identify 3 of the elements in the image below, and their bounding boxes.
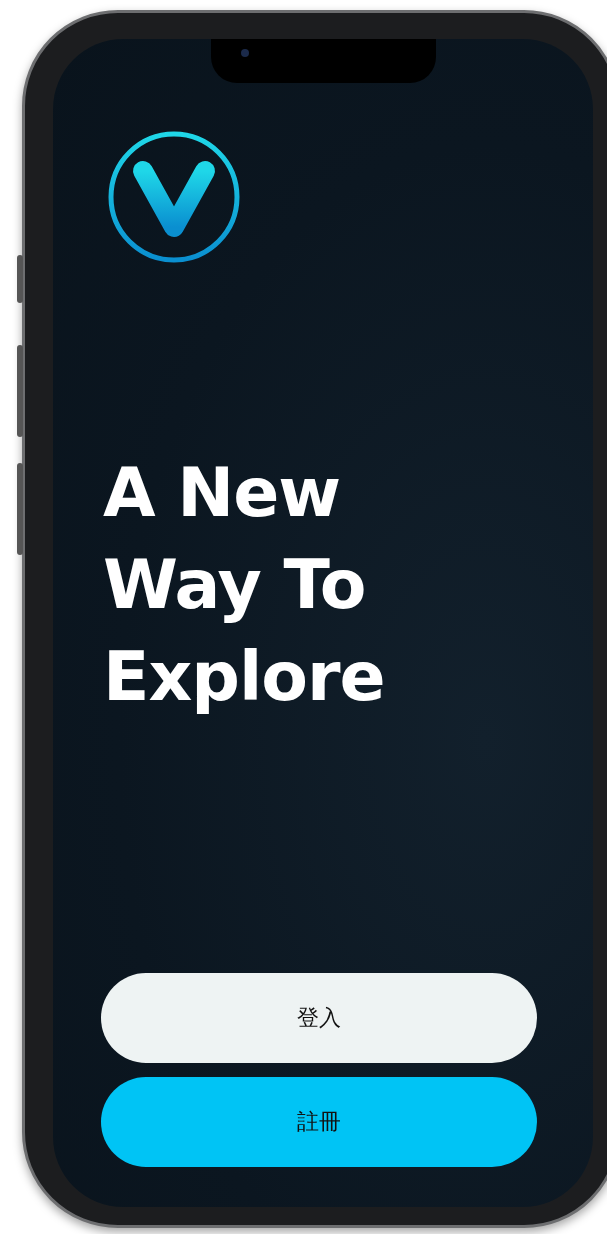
login-button[interactable]: 登入 (101, 973, 537, 1063)
headline: A New Way To Explore (103, 452, 386, 718)
register-button[interactable]: 註冊 (101, 1077, 537, 1167)
